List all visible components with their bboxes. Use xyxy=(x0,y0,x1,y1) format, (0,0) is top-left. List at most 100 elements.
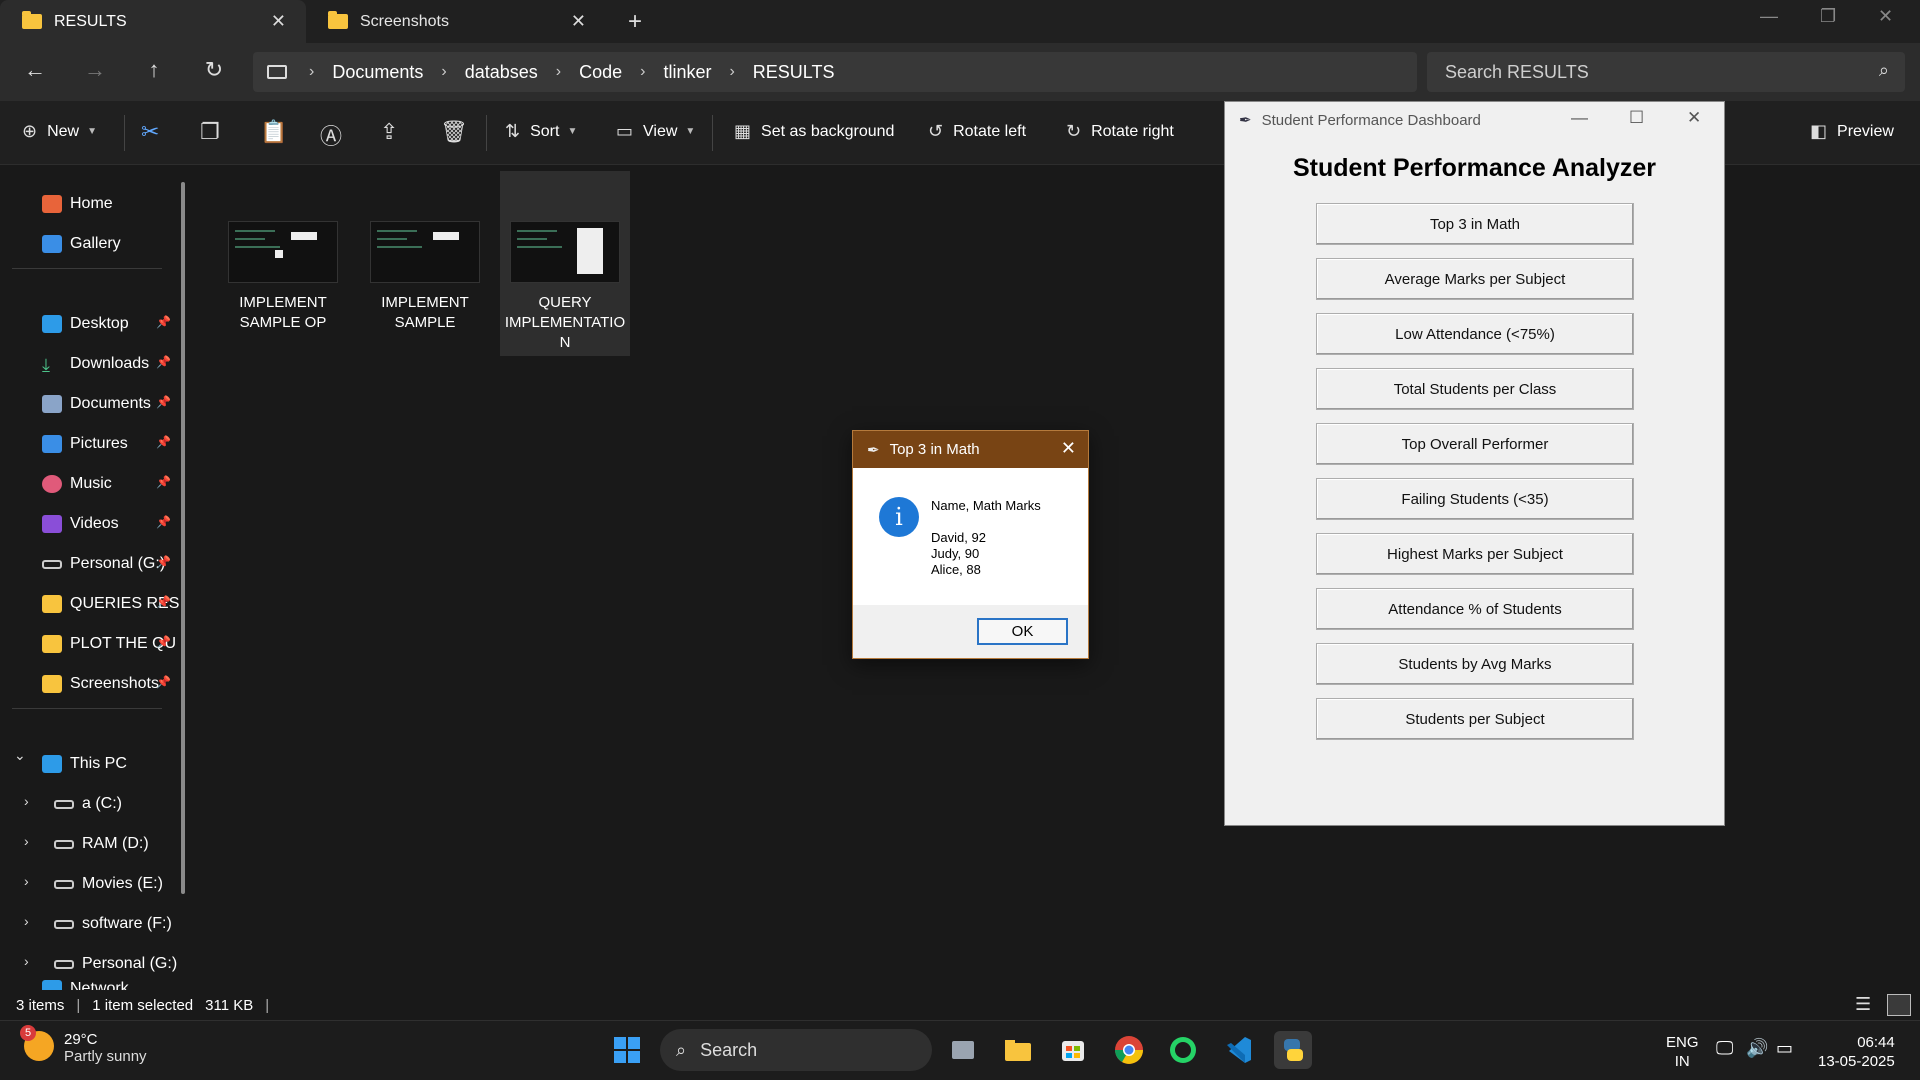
vscode-icon[interactable] xyxy=(1219,1031,1257,1069)
close-icon[interactable]: ✕ xyxy=(571,11,586,32)
sidebar-item-music[interactable]: Music xyxy=(42,469,112,499)
python-icon[interactable] xyxy=(1274,1031,1312,1069)
taskbar-search[interactable]: ⌕ Search xyxy=(660,1029,932,1071)
whatsapp-icon[interactable] xyxy=(1164,1031,1202,1069)
sidebar-item-home[interactable]: Home xyxy=(42,189,113,219)
chevron-right-icon[interactable]: › xyxy=(729,63,734,81)
close-icon[interactable]: ✕ xyxy=(1687,108,1701,128)
minimize-icon[interactable]: — xyxy=(1571,108,1588,128)
new-button[interactable]: ⊕ New ▼ xyxy=(22,121,97,142)
copy-icon[interactable]: ❐ xyxy=(200,119,220,145)
students-by-avg-button[interactable]: Students by Avg Marks xyxy=(1316,643,1634,685)
share-icon[interactable]: ⇪ xyxy=(380,119,398,145)
tab-screenshots[interactable]: Screenshots ✕ xyxy=(306,0,606,43)
start-button[interactable] xyxy=(608,1031,646,1069)
file-name: N xyxy=(559,334,571,351)
breadcrumb-item[interactable]: RESULTS xyxy=(753,62,835,83)
preview-button[interactable]: ◧ Preview xyxy=(1810,121,1894,142)
rename-icon[interactable]: Ⓐ xyxy=(320,119,342,151)
refresh-icon[interactable]: ↻ xyxy=(199,57,229,83)
set-background-button[interactable]: ▦ Set as background xyxy=(734,121,894,142)
file-item[interactable]: IMPLEMENT SAMPLE xyxy=(360,171,490,333)
task-view-icon[interactable] xyxy=(944,1031,982,1069)
maximize-icon[interactable]: ☐ xyxy=(1629,108,1644,128)
view-button[interactable]: ▭ View ▼ xyxy=(616,121,695,142)
breadcrumb-item[interactable]: tlinker xyxy=(663,62,711,83)
breadcrumb-item[interactable]: Documents xyxy=(332,62,423,83)
close-icon[interactable]: ✕ xyxy=(271,11,286,32)
sidebar-item-drive-d[interactable]: RAM (D:) xyxy=(54,829,149,859)
sidebar-item-drive-e[interactable]: Movies (E:) xyxy=(54,869,163,899)
details-view-icon[interactable]: ☰ xyxy=(1855,994,1879,1016)
sidebar-item-drive-c[interactable]: a (C:) xyxy=(54,789,122,819)
breadcrumb-item[interactable]: databses xyxy=(465,62,538,83)
total-students-button[interactable]: Total Students per Class xyxy=(1316,368,1634,410)
sidebar-item-this-pc[interactable]: This PC xyxy=(42,749,127,779)
sidebar-item-documents[interactable]: Documents xyxy=(42,389,151,419)
delete-icon[interactable]: 🗑 xyxy=(440,119,468,145)
language-indicator[interactable]: ENG IN xyxy=(1666,1033,1699,1071)
cut-icon[interactable]: ✂ xyxy=(141,119,159,145)
sidebar-item-personal-g[interactable]: Personal (G:) xyxy=(42,549,165,579)
dialog-titlebar[interactable]: ✒ Top 3 in Math ✕ xyxy=(853,431,1088,468)
chrome-icon[interactable] xyxy=(1110,1031,1148,1069)
tab-results[interactable]: RESULTS ✕ xyxy=(0,0,306,43)
chevron-right-icon[interactable]: › xyxy=(24,953,29,969)
sidebar-item-pictures[interactable]: Pictures xyxy=(42,429,128,459)
chevron-down-icon[interactable]: ⌄ xyxy=(14,747,26,764)
chevron-right-icon[interactable]: › xyxy=(556,63,561,81)
sidebar-item-desktop[interactable]: Desktop xyxy=(42,309,129,339)
network-icon[interactable]: 🖵 xyxy=(1716,1039,1733,1058)
rotate-left-button[interactable]: ↺ Rotate left xyxy=(928,121,1026,142)
search-input[interactable]: Search RESULTS ⌕ xyxy=(1427,52,1905,92)
file-item[interactable]: IMPLEMENT SAMPLE OP xyxy=(218,171,348,333)
top-performer-button[interactable]: Top Overall Performer xyxy=(1316,423,1634,465)
sidebar-item-drive-f[interactable]: software (F:) xyxy=(54,909,172,939)
file-item-selected[interactable]: QUERY IMPLEMENTATIO N xyxy=(500,171,630,356)
chevron-right-icon[interactable]: › xyxy=(309,63,314,81)
volume-icon[interactable]: 🔊 xyxy=(1746,1039,1768,1058)
students-per-subject-button[interactable]: Students per Subject xyxy=(1316,698,1634,740)
close-icon[interactable]: ✕ xyxy=(1061,438,1076,459)
sidebar-item-videos[interactable]: Videos xyxy=(42,509,119,539)
battery-icon[interactable]: ▭ xyxy=(1776,1039,1793,1058)
sort-button[interactable]: ⇅ Sort ▼ xyxy=(505,121,577,142)
sidebar-item-screenshots[interactable]: Screenshots xyxy=(42,669,159,699)
restore-icon[interactable]: ❐ xyxy=(1820,6,1836,27)
weather-widget[interactable]: 5 29°C Partly sunny xyxy=(20,1025,147,1065)
file-explorer-icon[interactable] xyxy=(999,1031,1037,1069)
sidebar-item-drive-g[interactable]: Personal (G:) xyxy=(54,949,177,979)
chevron-right-icon[interactable]: › xyxy=(24,793,29,809)
top-3-math-button[interactable]: Top 3 in Math xyxy=(1316,203,1634,245)
chevron-right-icon[interactable]: › xyxy=(24,873,29,889)
highest-marks-button[interactable]: Highest Marks per Subject xyxy=(1316,533,1634,575)
new-tab-icon[interactable]: + xyxy=(628,8,642,36)
chevron-right-icon[interactable]: › xyxy=(24,913,29,929)
back-icon[interactable]: ← xyxy=(20,57,50,83)
ok-button[interactable]: OK xyxy=(977,618,1068,645)
low-attendance-button[interactable]: Low Attendance (<75%) xyxy=(1316,313,1634,355)
up-icon[interactable]: ↑ xyxy=(139,57,169,83)
dashboard-titlebar[interactable]: ✒ Student Performance Dashboard — ☐ ✕ xyxy=(1225,102,1724,138)
failing-students-button[interactable]: Failing Students (<35) xyxy=(1316,478,1634,520)
thumbnail-view-icon[interactable] xyxy=(1887,994,1911,1016)
pin-icon: 📌 xyxy=(156,675,171,689)
breadcrumb-item[interactable]: Code xyxy=(579,62,622,83)
close-window-icon[interactable]: ✕ xyxy=(1878,6,1893,27)
average-marks-button[interactable]: Average Marks per Subject xyxy=(1316,258,1634,300)
attendance-percent-button[interactable]: Attendance % of Students xyxy=(1316,588,1634,630)
sidebar-scrollbar[interactable] xyxy=(181,182,185,894)
chevron-right-icon[interactable]: › xyxy=(640,63,645,81)
paste-icon[interactable]: 📋 xyxy=(260,119,287,145)
store-icon[interactable] xyxy=(1054,1031,1092,1069)
sidebar-item-network[interactable]: Network xyxy=(42,980,129,990)
minimize-icon[interactable]: — xyxy=(1760,6,1778,27)
clock[interactable]: 06:44 13-05-2025 xyxy=(1818,1033,1895,1071)
chevron-right-icon[interactable]: › xyxy=(441,63,446,81)
rotate-right-button[interactable]: ↻ Rotate right xyxy=(1066,121,1174,142)
forward-icon[interactable]: → xyxy=(80,57,110,83)
sidebar-item-downloads[interactable]: ⤓ Downloads xyxy=(42,349,149,379)
address-bar[interactable]: › Documents › databses › Code › tlinker … xyxy=(253,52,1417,92)
chevron-right-icon[interactable]: › xyxy=(24,833,29,849)
sidebar-item-gallery[interactable]: Gallery xyxy=(42,229,121,259)
